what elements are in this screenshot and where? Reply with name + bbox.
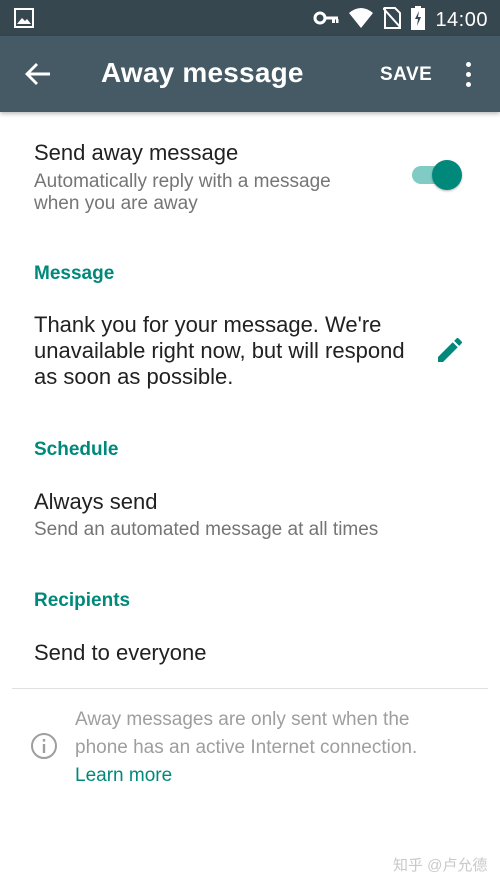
image-icon: [14, 8, 34, 33]
no-sim-icon: [382, 7, 403, 34]
schedule-title: Always send: [34, 489, 158, 514]
back-arrow-icon[interactable]: [24, 60, 52, 93]
app-bar: Away message SAVE: [0, 36, 500, 112]
message-text[interactable]: Thank you for your message. We're unavai…: [34, 312, 424, 390]
info-line: phone has an active Internet connection.: [75, 737, 418, 758]
message-line: as soon as possible.: [34, 364, 234, 389]
recipients-section-header: Recipients: [34, 590, 131, 611]
status-bar: 14:00: [0, 0, 500, 36]
message-section-header: Message: [34, 263, 115, 284]
send-away-description-line1: Automatically reply with a message: [34, 171, 331, 192]
more-vert-icon[interactable]: [458, 60, 480, 90]
status-time: 14:00: [435, 9, 488, 31]
schedule-section-header: Schedule: [34, 439, 119, 460]
wifi-icon: [349, 8, 374, 33]
learn-more-link[interactable]: Learn more: [75, 765, 172, 786]
divider: [12, 688, 488, 689]
info-line: Away messages are only sent when the: [75, 709, 410, 730]
page-title: Away message: [101, 57, 304, 88]
info-text: Away messages are only sent when the pho…: [75, 706, 455, 790]
info-icon: [30, 732, 58, 765]
message-line: unavailable right now, but will respond: [34, 338, 405, 363]
key-icon: [313, 8, 339, 33]
toggle-thumb: [432, 160, 462, 190]
send-away-description-line2: when you are away: [34, 193, 198, 214]
message-line: Thank you for your message. We're: [34, 312, 382, 337]
recipients-title: Send to everyone: [34, 640, 207, 665]
schedule-subtitle: Send an automated message at all times: [34, 519, 379, 540]
watermark: 知乎 @卢允德: [393, 857, 488, 874]
edit-icon[interactable]: [434, 334, 466, 371]
send-away-toggle[interactable]: [410, 158, 464, 192]
send-away-title: Send away message: [34, 140, 239, 165]
battery-charging-icon: [411, 6, 426, 35]
save-button[interactable]: SAVE: [380, 64, 432, 86]
